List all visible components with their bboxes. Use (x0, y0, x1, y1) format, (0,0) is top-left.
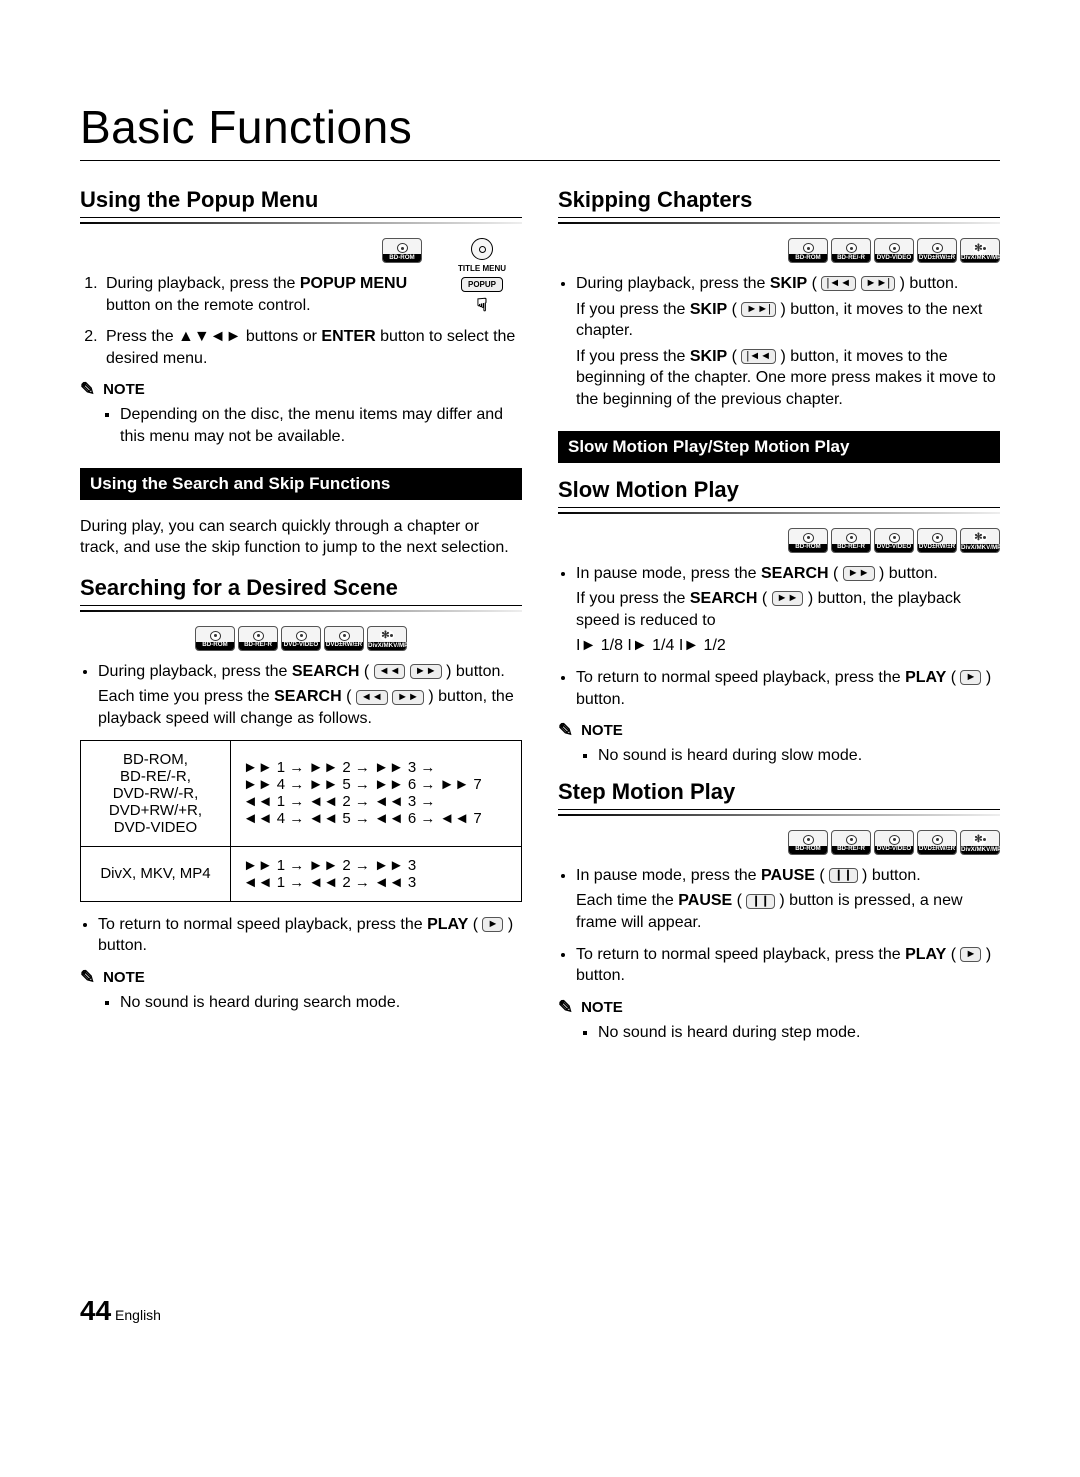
right-column: Skipping Chapters BD-ROM BD-RE/-R DVD-VI… (558, 187, 1000, 1055)
page-language: English (115, 1307, 161, 1323)
section-bar-slow-step: Slow Motion Play/Step Motion Play (558, 431, 1000, 463)
section-bar-search-skip: Using the Search and Skip Functions (80, 468, 522, 500)
heading-step-motion: Step Motion Play (558, 779, 1000, 805)
skip-back-icon: |◄◄ (821, 276, 856, 291)
note-heading: ✎ NOTE (558, 720, 1000, 741)
skip-forward-icon: ►►| (741, 302, 776, 317)
disc-icon (471, 238, 493, 260)
search-bullet: During playback, press the SEARCH ( ◄◄ ►… (98, 661, 522, 730)
table-speed-cell: ►► 1 → ►► 2 → ►► 3 → ►► 4 → ►► 5 → ►► 6 … (230, 740, 521, 846)
step-bullet: In pause mode, press the PAUSE ( ❙❙ ) bu… (576, 865, 1000, 934)
speed-table: BD-ROM, BD-RE/-R, DVD-RW/-R, DVD+RW/+R, … (80, 740, 522, 902)
heading-searching-scene: Searching for a Desired Scene (80, 575, 522, 601)
pencil-icon: ✎ (558, 720, 573, 741)
pencil-icon: ✎ (80, 379, 95, 400)
play-icon: ► (960, 947, 981, 962)
media-badge-row: BD-ROM BD-RE/-R DVD-VIDEO DVD±RW/±R DivX… (558, 830, 1000, 855)
forward-icon: ►► (843, 566, 875, 581)
table-speed-cell: ►► 1 → ►► 2 → ►► 3 ◄◄ 1 → ◄◄ 2 → ◄◄ 3 (230, 846, 521, 901)
pause-icon: ❙❙ (829, 868, 857, 883)
title-menu-label: TITLE MENU (458, 264, 506, 273)
heading-slow-motion: Slow Motion Play (558, 477, 1000, 503)
page-title: Basic Functions (80, 100, 1000, 154)
note-heading: ✎ NOTE (558, 997, 1000, 1018)
media-badge: BD-ROM (382, 238, 422, 263)
manual-page: Basic Functions Using the Popup Menu TIT… (0, 0, 1080, 1387)
popup-key: POPUP (461, 277, 503, 292)
table-media-cell: BD-ROM, BD-RE/-R, DVD-RW/-R, DVD+RW/+R, … (81, 740, 231, 846)
note-heading: ✎ NOTE (80, 967, 522, 988)
slow-return-bullet: To return to normal speed playback, pres… (576, 667, 1000, 710)
forward-icon: ►► (772, 591, 804, 606)
skip-bullet: During playback, press the SKIP ( |◄◄ ►►… (576, 273, 1000, 411)
left-column: Using the Popup Menu TITLE MENU POPUP ☟ … (80, 187, 522, 1055)
pause-icon: ❙❙ (746, 894, 774, 909)
title-rule (80, 160, 1000, 161)
media-badge-row: BD-ROM BD-RE/-R DVD-VIDEO DVD±RW/±R DivX… (80, 626, 522, 651)
page-footer: 44 English (80, 1295, 1000, 1327)
rewind-icon: ◄◄ (374, 664, 406, 679)
step-return-bullet: To return to normal speed playback, pres… (576, 944, 1000, 987)
note-heading: ✎ NOTE (80, 379, 522, 400)
play-icon: ► (482, 917, 503, 932)
table-media-cell: DivX, MKV, MP4 (81, 846, 231, 901)
note-item: No sound is heard during slow mode. (598, 745, 1000, 767)
remote-popup-diagram: TITLE MENU POPUP ☟ (442, 238, 522, 314)
note-item: No sound is heard during step mode. (598, 1022, 1000, 1044)
page-number: 44 (80, 1295, 111, 1327)
note-item: No sound is heard during search mode. (120, 992, 522, 1014)
pencil-icon: ✎ (80, 967, 95, 988)
step-2: Press the ▲▼◄► buttons or ENTER button t… (102, 326, 522, 369)
play-icon: ► (960, 670, 981, 685)
rewind-icon: ◄◄ (356, 690, 388, 705)
note-item: Depending on the disc, the menu items ma… (120, 404, 522, 447)
media-badge-row: BD-ROM BD-RE/-R DVD-VIDEO DVD±RW/±R DivX… (558, 238, 1000, 263)
skip-back-icon: |◄◄ (741, 349, 776, 364)
heading-popup-menu: Using the Popup Menu (80, 187, 522, 213)
media-badge-row: BD-ROM BD-RE/-R DVD-VIDEO DVD±RW/±R DivX… (558, 528, 1000, 553)
skip-forward-icon: ►►| (861, 276, 896, 291)
forward-icon: ►► (392, 690, 424, 705)
slow-speed-steps: I► 1/8 I► 1/4 I► 1/2 (576, 635, 1000, 657)
pencil-icon: ✎ (558, 997, 573, 1018)
return-bullet: To return to normal speed playback, pres… (98, 914, 522, 957)
hand-pointer-icon: ☟ (477, 296, 488, 314)
heading-skipping-chapters: Skipping Chapters (558, 187, 1000, 213)
forward-icon: ►► (410, 664, 442, 679)
slow-bullet: In pause mode, press the SEARCH ( ►► ) b… (576, 563, 1000, 657)
search-skip-desc: During play, you can search quickly thro… (80, 516, 522, 559)
